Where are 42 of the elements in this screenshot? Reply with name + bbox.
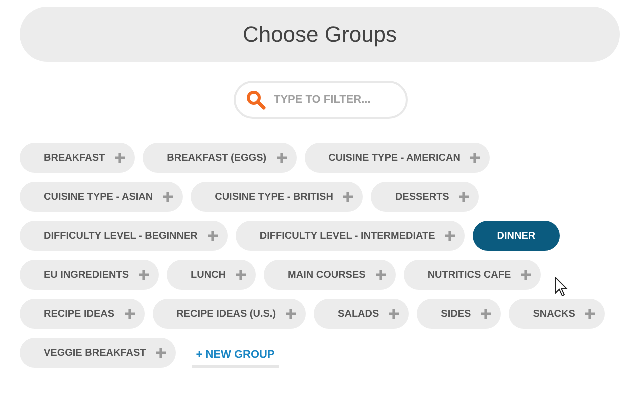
plus-icon [115,153,126,163]
search-icon [246,90,266,110]
plus-icon [481,309,492,319]
group-chip[interactable]: SIDES [417,299,502,329]
plus-icon [139,270,150,280]
new-group-link[interactable]: + NEW GROUP [192,340,279,368]
group-chip[interactable]: CUISINE TYPE - BRITISH [191,182,364,212]
group-chip[interactable]: MAIN COURSES [264,260,396,290]
plus-icon [445,231,456,241]
page-title: Choose Groups [242,21,398,49]
group-chip[interactable]: RECIPE IDEAS (U.S.) [152,299,306,329]
group-chip[interactable]: SALADS [314,299,410,329]
group-chip[interactable]: CUISINE TYPE - AMERICAN [304,143,490,173]
plus-icon [236,270,246,280]
cursor-icon [555,277,569,297]
group-chip[interactable]: DIFFICULTY LEVEL - BEGINNER [20,221,228,251]
group-chip[interactable]: VEGGIE BREAKFAST [20,338,176,368]
group-chip[interactable]: CUISINE TYPE - ASIAN [20,182,184,212]
group-chip[interactable]: SNACKS [509,299,606,329]
plus-icon [585,309,596,319]
plus-icon [521,270,532,280]
plus-icon [163,192,174,202]
plus-icon [389,309,400,319]
plus-icon [156,348,166,358]
plus-icon [286,309,296,319]
group-chip[interactable]: NUTRITICS CAFE [404,260,542,290]
group-chip[interactable]: RECIPE IDEAS [20,299,145,329]
group-chip[interactable]: DIFFICULTY LEVEL - INTERMEDIATE [236,221,466,251]
group-chip[interactable]: BREAKFAST (EGGS) [143,143,297,173]
plus-icon [459,192,470,202]
group-chip[interactable]: DINNER [473,221,560,251]
plus-icon [376,270,386,280]
group-chip[interactable]: BREAKFAST [20,143,136,173]
group-chip[interactable]: EU INGREDIENTS [20,260,160,290]
filter-field[interactable]: TYPE TO FILTER... [234,81,408,119]
group-chip[interactable]: LUNCH [167,260,256,290]
plus-icon [470,153,480,163]
group-chip[interactable]: DESSERTS [371,182,480,212]
plus-icon [208,231,218,241]
plus-icon [343,192,354,202]
plus-icon [276,153,287,163]
plus-icon [124,309,135,319]
